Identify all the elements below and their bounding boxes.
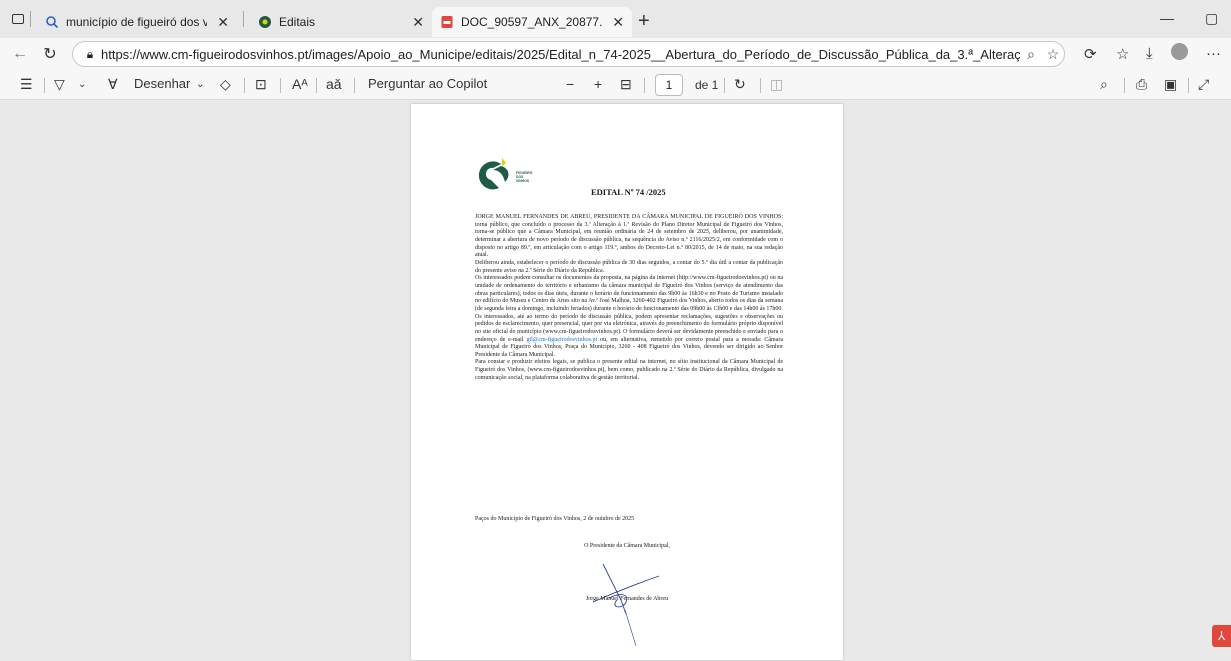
expand-icon[interactable]: ⤢ [1198,76,1209,93]
divider [760,78,761,93]
favorite-star-icon[interactable]: ☆ [1042,46,1064,63]
divider [1124,78,1125,93]
paragraph: JORGE MANUEL FERNANDES DE ABREU, PRESIDE… [475,214,783,259]
email-link[interactable]: gtl@cm-figueirodosvinhos.pt [526,337,597,343]
translate-icon[interactable]: aǎ [326,76,342,92]
new-tab-icon[interactable]: + [638,10,650,33]
tab-title: Editais [279,15,316,29]
zoom-icon[interactable]: ⌕ [1020,46,1042,63]
close-tab-icon[interactable]: ✕ [612,14,624,31]
url-text[interactable]: https://www.cm-figueirodosvinhos.pt/imag… [101,47,1020,62]
signature-title: O Presidente da Câmara Municipal, [584,543,670,549]
tab-search[interactable]: município de figueiró dos vinhos ✕ [37,7,237,37]
extensions-icon[interactable]: ⟳ [1084,45,1097,63]
logo-text: VINHOS [516,179,530,183]
page-view-icon[interactable]: ◫ [770,76,783,93]
zoom-out-icon[interactable]: − [566,76,574,92]
draw-label[interactable]: Desenhar [134,76,190,91]
more-menu-icon[interactable]: ··· [1206,45,1221,62]
divider [44,78,45,93]
paragraph: Deliberou ainda, estabelecer o período d… [475,259,783,274]
restore-icon[interactable]: ▢ [1205,10,1218,27]
acrobat-icon[interactable]: ⅄ [1212,625,1231,647]
lock-icon[interactable]: 🔒︎ [79,47,101,62]
page-total: de 1 [695,78,719,92]
site-favicon-icon [259,16,271,28]
divider [30,11,31,27]
pdf-page: FIGUEIRÓ DOS VINHOS EDITAL Nº 74 /2025 J… [411,104,843,660]
close-tab-icon[interactable]: ✕ [217,14,229,31]
favorites-list-icon[interactable]: ☆ [1116,45,1129,63]
edital-heading: EDITAL Nº 74 /2025 [591,187,666,197]
minimize-icon[interactable]: — [1160,10,1174,26]
close-tab-icon[interactable]: ✕ [412,14,424,31]
paragraph: Os interessados podem consultar os docum… [475,275,783,312]
text-size-icon[interactable]: Aᴬ [292,76,308,92]
tab-pdf-active[interactable]: DOC_90597_ANX_20877.pdf ✕ [432,7,632,37]
divider [354,78,355,93]
tab-editais[interactable]: Editais ✕ [250,7,432,37]
highlight-icon[interactable]: ▽ [54,76,65,93]
chevron-down-icon[interactable]: ⌄ [196,79,204,90]
window-menu-icon[interactable] [12,14,24,24]
divider [280,78,281,93]
pdf-viewer[interactable]: FIGUEIRÓ DOS VINHOS EDITAL Nº 74 /2025 J… [0,101,1231,661]
page-number-input[interactable]: 1 [655,74,683,96]
draw-icon[interactable]: ∀ [108,76,118,93]
rotate-icon[interactable]: ↻ [734,76,746,93]
back-arrow-icon[interactable]: ← [8,45,32,63]
print-icon[interactable]: ⎙ [1136,76,1147,93]
refresh-icon[interactable]: ↻ [38,44,62,64]
divider [644,78,645,93]
municipality-logo: FIGUEIRÓ DOS VINHOS [478,158,533,190]
copilot-label[interactable]: Perguntar ao Copilot [368,76,487,91]
paragraph: Para constar e produzir efeitos legais, … [475,359,783,381]
text-box-icon[interactable]: ⊡ [255,76,267,93]
divider [243,11,244,27]
pdf-toolbar: ☰ ▽ ⌄ ∀ Desenhar ⌄ ◇ ⊡ Aᴬ aǎ Perguntar a… [0,70,1231,100]
divider [724,78,725,93]
divider [1188,78,1189,93]
search-icon [46,16,59,29]
edital-body: JORGE MANUEL FERNANDES DE ABREU, PRESIDE… [475,214,783,382]
tab-title: município de figueiró dos vinhos [66,15,208,29]
divider [244,78,245,93]
profile-avatar[interactable] [1171,43,1188,60]
fit-page-icon[interactable]: ⊟ [620,76,632,93]
eraser-icon[interactable]: ◇ [220,76,231,93]
contents-icon[interactable]: ☰ [20,76,33,93]
divider [316,78,317,93]
search-icon[interactable]: ⌕ [1100,76,1108,93]
date-line: Paços do Município de Figueiró dos Vinho… [475,516,635,522]
zoom-in-icon[interactable]: + [594,76,602,92]
signature-name: Jorge Manuel Fernandes de Abreu [585,596,669,602]
chevron-down-icon[interactable]: ⌄ [78,79,86,90]
save-icon[interactable]: ▣ [1164,76,1177,93]
tab-title: DOC_90597_ANX_20877.pdf [461,15,603,29]
pdf-file-icon [441,16,453,28]
paragraph: Os interessados, até ao termo do período… [475,314,783,360]
tab-bar: município de figueiró dos vinhos ✕ Edita… [0,0,1231,38]
address-field[interactable]: 🔒︎ https://www.cm-figueirodosvinhos.pt/i… [72,41,1065,67]
downloads-icon[interactable]: ⤓ [1146,45,1153,62]
address-toolbar: ← ↻ 🔒︎ https://www.cm-figueirodosvinhos.… [0,38,1231,70]
